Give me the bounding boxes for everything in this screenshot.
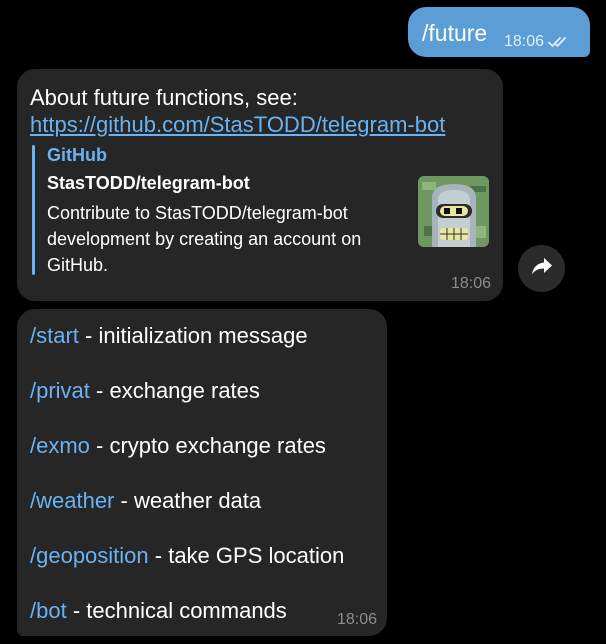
outgoing-message-time: 18:06 xyxy=(504,33,545,50)
command-item: /privat - exchange rates xyxy=(30,378,260,404)
command-description: - exchange rates xyxy=(89,378,260,403)
message-time: 18:06 xyxy=(336,611,377,628)
bender-avatar-icon[interactable] xyxy=(418,176,489,247)
command-description: - weather data xyxy=(114,488,262,513)
double-check-icon xyxy=(548,36,570,48)
command-item: /bot - technical commands xyxy=(30,598,287,624)
command-link[interactable]: /bot xyxy=(30,598,67,623)
outgoing-message-bubble[interactable]: /future 18:06 xyxy=(408,7,590,57)
command-link[interactable]: /geoposition xyxy=(30,543,149,568)
command-description: - crypto exchange rates xyxy=(89,433,326,458)
command-item: /start - initialization message xyxy=(30,323,308,349)
share-arrow-icon xyxy=(531,256,553,281)
outgoing-message-meta: 18:06 xyxy=(504,33,570,51)
incoming-message-bubble-link[interactable]: About future functions, see: https://git… xyxy=(17,69,503,301)
message-text: About future functions, see: xyxy=(30,85,298,110)
command-item: /geoposition - take GPS location xyxy=(30,543,344,569)
message-time: 18:06 xyxy=(450,275,491,292)
command-description: - take GPS location xyxy=(148,543,345,568)
command-link[interactable]: /weather xyxy=(30,488,114,513)
command-item: /exmo - crypto exchange rates xyxy=(30,433,326,459)
link-preview-title[interactable]: StasTODD/telegram-bot xyxy=(47,173,250,194)
share-button[interactable] xyxy=(518,245,565,292)
command-description: - technical commands xyxy=(66,598,287,623)
link-preview-accent-bar xyxy=(32,145,35,275)
outgoing-message-text: /future xyxy=(422,20,488,46)
command-link[interactable]: /exmo xyxy=(30,433,90,458)
link-preview-description: Contribute to StasTODD/telegram-bot deve… xyxy=(47,203,362,275)
command-item: /weather - weather data xyxy=(30,488,261,514)
incoming-message-bubble-commands: /start - initialization message /privat … xyxy=(17,309,387,636)
command-description: - initialization message xyxy=(78,323,308,348)
link-preview-site-name: GitHub xyxy=(47,145,107,165)
command-link[interactable]: /start xyxy=(30,323,79,348)
github-link[interactable]: https://github.com/StasTODD/telegram-bot xyxy=(30,111,445,138)
command-link[interactable]: /privat xyxy=(30,378,90,403)
